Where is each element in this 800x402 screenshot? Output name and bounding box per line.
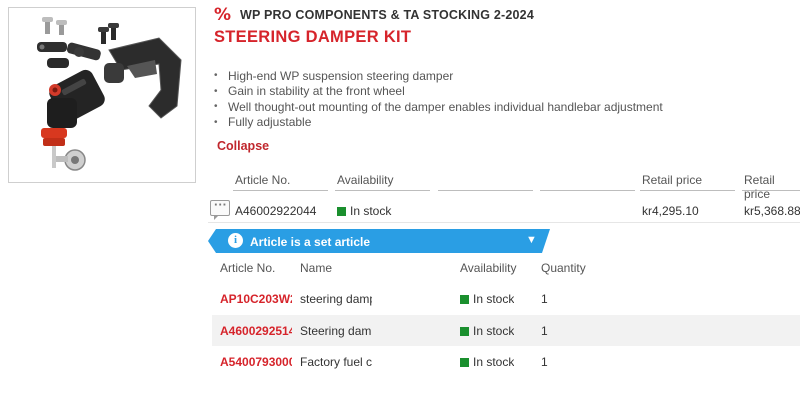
info-icon: i bbox=[228, 233, 243, 248]
feature-item: • Fully adjustable bbox=[214, 115, 312, 130]
set-item-article-link[interactable]: A54007930000( bbox=[220, 355, 292, 369]
set-item-name: Steering dampe bbox=[300, 324, 372, 338]
in-stock-icon bbox=[460, 357, 469, 367]
product-image[interactable] bbox=[8, 7, 196, 183]
sub-header-article-no: Article No. bbox=[220, 261, 276, 275]
header-availability: Availability bbox=[335, 173, 430, 191]
header-column-3 bbox=[438, 173, 533, 191]
sub-header-availability: Availability bbox=[460, 261, 517, 275]
set-item-availability: In stock bbox=[460, 324, 514, 338]
chevron-down-icon[interactable]: ▼ bbox=[526, 234, 537, 246]
set-item-article-link[interactable]: AP10C203W20( bbox=[220, 292, 292, 306]
bullet-icon: • bbox=[214, 85, 218, 97]
product-title: STEERING DAMPER KIT bbox=[214, 28, 412, 46]
set-article-label: Article is a set article bbox=[250, 235, 371, 249]
set-item-quantity: 1 bbox=[541, 292, 548, 306]
header-column-4 bbox=[540, 173, 635, 191]
comment-icon[interactable] bbox=[210, 197, 230, 220]
feature-list: • High-end WP suspension steering damper … bbox=[214, 68, 663, 130]
header-retail-price-2: Retail price bbox=[742, 173, 800, 201]
header-article-no: Article No. bbox=[233, 173, 328, 191]
percent-icon: % bbox=[214, 5, 232, 25]
set-item-row: A46002925144 Steering dampe In stock 1 bbox=[212, 315, 800, 346]
sub-header-name: Name bbox=[300, 261, 333, 275]
set-item-article-link[interactable]: A46002925144 bbox=[220, 324, 292, 338]
sub-header-quantity: Quantity bbox=[541, 261, 586, 275]
set-item-availability: In stock bbox=[460, 292, 514, 306]
promo-text: WP PRO COMPONENTS & TA STOCKING 2-2024 bbox=[240, 8, 534, 22]
set-item-row: AP10C203W20( steering dampe In stock 1 bbox=[212, 283, 800, 314]
set-item-name: steering dampe bbox=[300, 292, 372, 306]
set-item-quantity: 1 bbox=[541, 355, 548, 369]
table-row: A46002922044 In stock kr4,295.10 kr5,368… bbox=[208, 197, 800, 223]
retail-price-2: kr5,368.88 bbox=[744, 204, 800, 218]
set-article-toggle[interactable]: i Article is a set article ▼ bbox=[208, 229, 550, 253]
bullet-icon: • bbox=[214, 116, 218, 128]
set-item-row: A54007930000( Factory fuel ca In stock 1 bbox=[212, 346, 800, 377]
header-retail-price: Retail price bbox=[640, 173, 735, 191]
in-stock-icon bbox=[337, 206, 346, 216]
set-item-availability: In stock bbox=[460, 355, 514, 369]
retail-price: kr4,295.10 bbox=[642, 204, 699, 218]
set-item-quantity: 1 bbox=[541, 324, 548, 338]
collapse-link[interactable]: Collapse bbox=[217, 139, 269, 153]
feature-item: • High-end WP suspension steering damper bbox=[214, 68, 454, 83]
feature-item: • Well thought-out mounting of the damper… bbox=[214, 99, 663, 114]
bullet-icon: • bbox=[214, 101, 218, 113]
article-number: A46002922044 bbox=[235, 204, 317, 218]
steering-damper-kit-photo bbox=[37, 17, 182, 171]
in-stock-icon bbox=[460, 294, 469, 304]
feature-item: • Gain in stability at the front wheel bbox=[214, 84, 405, 99]
promo-banner: % WP PRO COMPONENTS & TA STOCKING 2-2024 bbox=[214, 4, 534, 26]
set-item-name: Factory fuel ca bbox=[300, 355, 372, 369]
bullet-icon: • bbox=[214, 70, 218, 82]
in-stock-icon bbox=[460, 326, 469, 336]
availability-status: In stock bbox=[337, 204, 391, 218]
